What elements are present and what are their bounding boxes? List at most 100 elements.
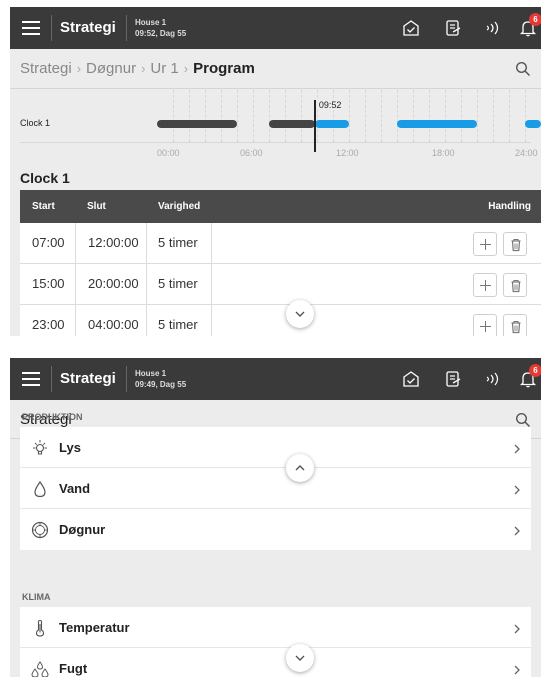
scroll-down-button[interactable]: [286, 300, 314, 328]
timeline-tick: [509, 90, 510, 142]
timeline-tick: [477, 90, 478, 142]
program-timeline: Clock 1 09:52 00:00 06:00 12:00 18:00 24:00: [10, 90, 541, 170]
timeline-tick: [301, 90, 302, 142]
timeline-tick: [285, 90, 286, 142]
cell-start: 23:00: [32, 317, 65, 332]
timeline-hour-label: 06:00: [240, 148, 263, 158]
add-button[interactable]: [473, 314, 497, 336]
house-time: 09:49, Dag 55: [135, 380, 187, 389]
breadcrumb-current: Program: [193, 60, 255, 77]
menu-item-label: Lys: [59, 440, 81, 455]
signal-icon[interactable]: [484, 19, 502, 37]
divider: [126, 15, 127, 41]
timeline-tick: [365, 90, 366, 142]
program-screen: Strategi House 1 09:52, Dag 55 6 Strateg…: [10, 7, 541, 336]
timeline-tick: [237, 90, 238, 142]
trash-icon: [511, 279, 521, 293]
menu-item-temperatur[interactable]: Temperatur: [20, 607, 531, 648]
scroll-up-button[interactable]: [286, 454, 314, 482]
table-row[interactable]: 07:00 12:00:00 5 timer: [20, 223, 541, 264]
notification-bell-icon[interactable]: 6: [519, 364, 541, 388]
divider: [51, 366, 52, 392]
house-info[interactable]: House 1 09:52, Dag 55: [135, 17, 186, 39]
table-row[interactable]: 23:00 04:00:00 5 timer: [20, 305, 541, 336]
menu-item-lys[interactable]: Lys: [20, 427, 531, 468]
cell-duration: 5 timer: [146, 305, 212, 336]
timeline-tick: [381, 90, 382, 142]
hamburger-menu-icon[interactable]: [22, 20, 40, 36]
cell-duration: 5 timer: [146, 264, 212, 304]
menu-item-label: Vand: [59, 481, 91, 496]
breadcrumb-item[interactable]: Strategi: [20, 60, 72, 77]
strategy-menu-screen: Strategi House 1 09:49, Dag 55 6 Strateg…: [10, 358, 541, 677]
current-time-label: 09:52: [316, 100, 344, 110]
timeline-tick: [173, 90, 174, 142]
header-duration: Varighed: [158, 201, 201, 212]
timeline-tick: [253, 90, 254, 142]
timeline-segment-past[interactable]: [157, 120, 237, 128]
breadcrumb-item[interactable]: Døgnur: [86, 60, 136, 77]
delete-button[interactable]: [503, 314, 527, 336]
timeline-tick: [349, 90, 350, 142]
chevron-right-icon: [513, 663, 521, 677]
menu-item-døgnur[interactable]: Døgnur: [20, 509, 531, 550]
cell-end: 20:00:00: [75, 264, 139, 304]
menu-item-vand[interactable]: Vand: [20, 468, 531, 509]
group-label: PRODUKTION: [22, 412, 83, 422]
house-status-icon[interactable]: [402, 19, 420, 37]
chevron-down-icon: [295, 655, 305, 661]
group-label: KLIMA: [22, 592, 51, 602]
timeline-segment-past[interactable]: [269, 120, 315, 128]
notes-icon[interactable]: [444, 19, 462, 37]
signal-icon[interactable]: [484, 370, 502, 388]
app-title: Strategi: [60, 370, 116, 387]
header-start: Start: [32, 201, 55, 212]
cell-start: 15:00: [32, 276, 65, 291]
trash-icon: [511, 320, 521, 334]
timeline-hour-labels: 00:00 06:00 12:00 18:00 24:00: [10, 148, 541, 160]
cell-duration: 5 timer: [146, 223, 212, 263]
notification-bell-icon[interactable]: 6: [519, 13, 541, 37]
search-icon[interactable]: [515, 61, 531, 77]
chevron-up-icon: [295, 465, 305, 471]
add-button[interactable]: [473, 232, 497, 256]
table-header: Start Slut Varighed Handling: [20, 190, 541, 223]
breadcrumb-item[interactable]: Ur 1: [150, 60, 178, 77]
clock-icon: [30, 520, 50, 540]
timeline-row-label: Clock 1: [20, 118, 51, 128]
chevron-down-icon: [295, 311, 305, 317]
house-status-icon[interactable]: [402, 370, 420, 388]
timeline-segment-active[interactable]: [397, 120, 477, 128]
app-title: Strategi: [60, 19, 116, 36]
notification-badge: 6: [529, 364, 541, 377]
timeline-tick: [221, 90, 222, 142]
delete-button[interactable]: [503, 232, 527, 256]
delete-button[interactable]: [503, 273, 527, 297]
scroll-down-button[interactable]: [286, 644, 314, 672]
house-time: 09:52, Dag 55: [135, 29, 187, 38]
trash-icon: [511, 238, 521, 252]
search-icon[interactable]: [515, 412, 531, 428]
cell-end: 04:00:00: [75, 305, 139, 336]
chevron-right-icon: [513, 442, 521, 460]
timeline-tick: [429, 90, 430, 142]
timeline-hour-label: 00:00: [157, 148, 180, 158]
timeline-hour-label: 24:00: [515, 148, 538, 158]
hamburger-menu-icon[interactable]: [22, 371, 40, 387]
timeline-tick: [333, 90, 334, 142]
divider: [126, 366, 127, 392]
chevron-right-icon: [513, 622, 521, 640]
timeline-segment-active[interactable]: [525, 120, 541, 128]
table-row[interactable]: 15:00 20:00:00 5 timer: [20, 264, 541, 305]
cell-start: 07:00: [32, 235, 65, 250]
klima-list: Temperatur Fugt: [20, 607, 531, 677]
produktion-list: Lys Vand Døgnur: [20, 427, 531, 550]
cell-end: 12:00:00: [75, 223, 139, 263]
menu-item-fugt[interactable]: Fugt: [20, 648, 531, 677]
timeline-tick: [397, 90, 398, 142]
timeline-segment-active[interactable]: [314, 120, 349, 128]
house-info[interactable]: House 1 09:49, Dag 55: [135, 368, 186, 390]
add-button[interactable]: [473, 273, 497, 297]
notes-icon[interactable]: [444, 370, 462, 388]
section-title: Clock 1: [20, 170, 70, 186]
